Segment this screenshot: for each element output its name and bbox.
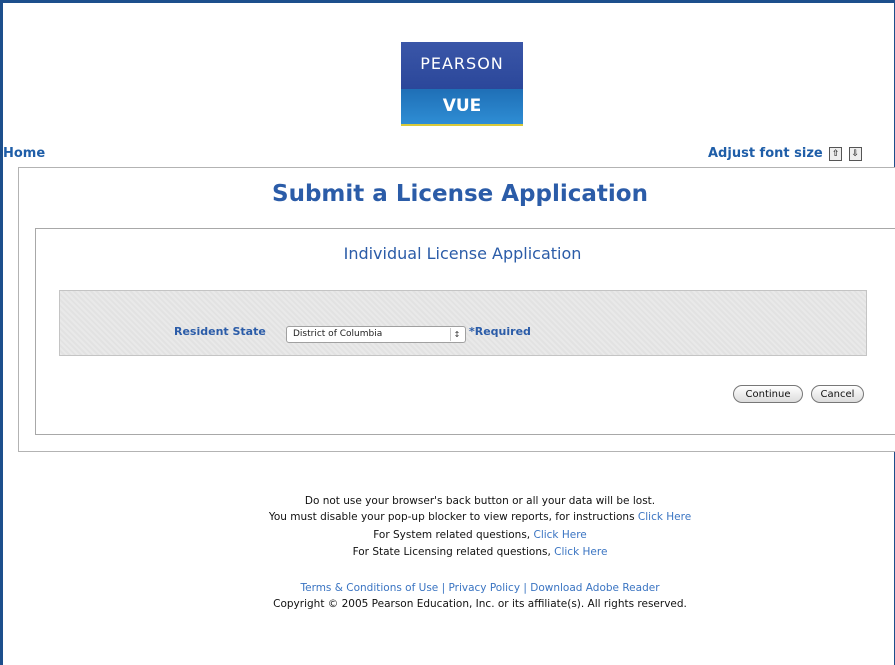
adobe-reader-link[interactable]: Download Adobe Reader — [530, 582, 659, 594]
popup-instructions-link[interactable]: Click Here — [638, 511, 691, 523]
font-increase-icon[interactable]: ⇧ — [829, 146, 843, 161]
logo-text-pearson: PEARSON — [420, 54, 504, 73]
system-questions-link[interactable]: Click Here — [533, 529, 586, 541]
adjust-font-size: Adjust font size ⇧ ⇩ — [708, 146, 862, 161]
state-questions-link[interactable]: Click Here — [554, 546, 607, 558]
footer-back-warning: Do not use your browser's back button or… — [304, 495, 656, 507]
footer-copyright: Copyright © 2005 Pearson Education, Inc.… — [273, 598, 687, 610]
logo-text-vue: VUE — [442, 96, 482, 116]
cancel-button[interactable]: Cancel — [811, 385, 864, 403]
footer-system-text: For System related questions, — [373, 529, 534, 541]
select-arrows-icon: ↕ — [450, 328, 463, 341]
footer-separator: | — [438, 582, 449, 594]
section-title: Individual License Application — [343, 244, 582, 263]
pearson-vue-logo: PEARSON VUE — [401, 42, 523, 126]
home-link[interactable]: Home — [3, 146, 45, 161]
adjust-font-size-label: Adjust font size — [708, 146, 823, 161]
logo-accent-line — [401, 124, 523, 126]
form-band — [59, 290, 867, 356]
footer-state-questions: For State Licensing related questions, C… — [0, 546, 895, 558]
terms-link[interactable]: Terms & Conditions of Use — [300, 582, 438, 594]
resident-state-select[interactable]: District of Columbia ↕ — [286, 326, 466, 343]
footer-popup-note: You must disable your pop-up blocker to … — [0, 511, 895, 523]
footer-separator: | — [520, 582, 531, 594]
resident-state-label: Resident State — [174, 325, 266, 338]
footer-links: Terms & Conditions of Use | Privacy Poli… — [0, 582, 895, 594]
footer-state-text: For State Licensing related questions, — [352, 546, 555, 558]
continue-button[interactable]: Continue — [733, 385, 803, 403]
required-note: *Required — [469, 325, 531, 338]
privacy-link[interactable]: Privacy Policy — [448, 582, 520, 594]
footer-system-questions: For System related questions, Click Here — [0, 529, 895, 541]
font-decrease-icon[interactable]: ⇩ — [848, 146, 862, 161]
page-title: Submit a License Application — [272, 181, 648, 207]
resident-state-value: District of Columbia — [293, 329, 383, 339]
footer-popup-text: You must disable your pop-up blocker to … — [268, 511, 638, 523]
